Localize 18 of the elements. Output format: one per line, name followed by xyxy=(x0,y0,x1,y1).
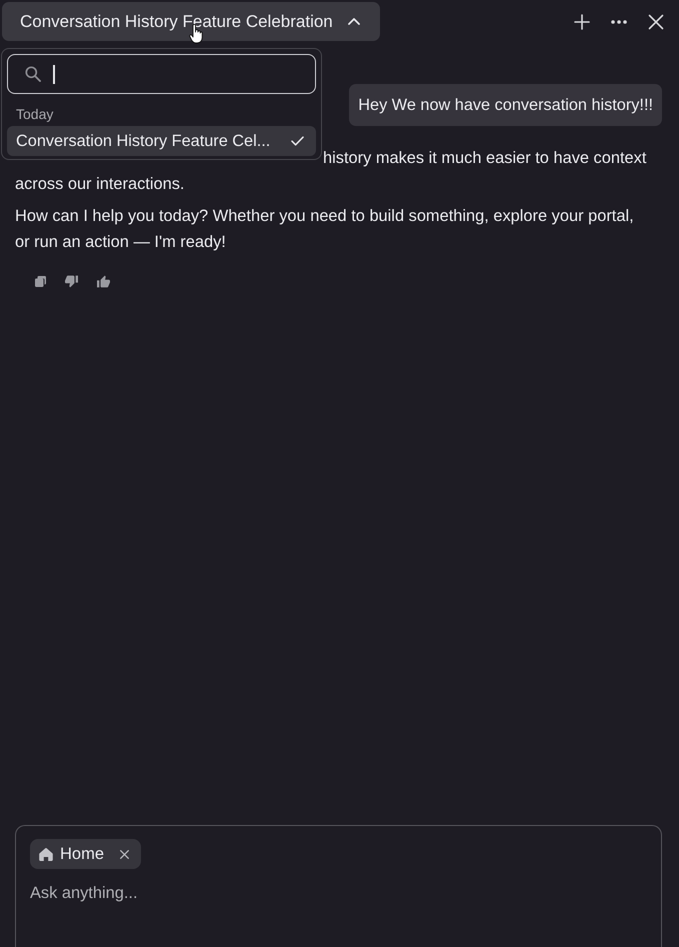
copy-icon[interactable] xyxy=(35,276,46,287)
plus-icon[interactable] xyxy=(574,14,590,30)
group-label: Today xyxy=(16,105,54,123)
thumbs-down-icon[interactable] xyxy=(65,275,78,288)
history-item[interactable]: Conversation History Feature Cel... xyxy=(7,126,316,156)
message-input[interactable]: Ask anything... xyxy=(30,883,647,905)
user-message: Hey We now have conversation history!!! xyxy=(349,84,662,126)
search-field[interactable] xyxy=(7,54,316,94)
assistant-message-text: How can I help you today? Whether you need to build something, explore your portal, or run an action — I'm ready! xyxy=(15,206,635,253)
close-icon[interactable] xyxy=(648,14,664,30)
chip-label: Home xyxy=(60,844,104,865)
remove-icon[interactable] xyxy=(120,850,130,858)
checkmark-icon xyxy=(291,136,304,146)
thumbs-up-icon[interactable] xyxy=(97,275,110,288)
more-options-icon[interactable] xyxy=(611,20,627,24)
search-icon xyxy=(25,66,41,82)
home-icon xyxy=(39,848,53,860)
conversation-title-button[interactable]: Conversation History Feature Celebration xyxy=(2,2,380,41)
